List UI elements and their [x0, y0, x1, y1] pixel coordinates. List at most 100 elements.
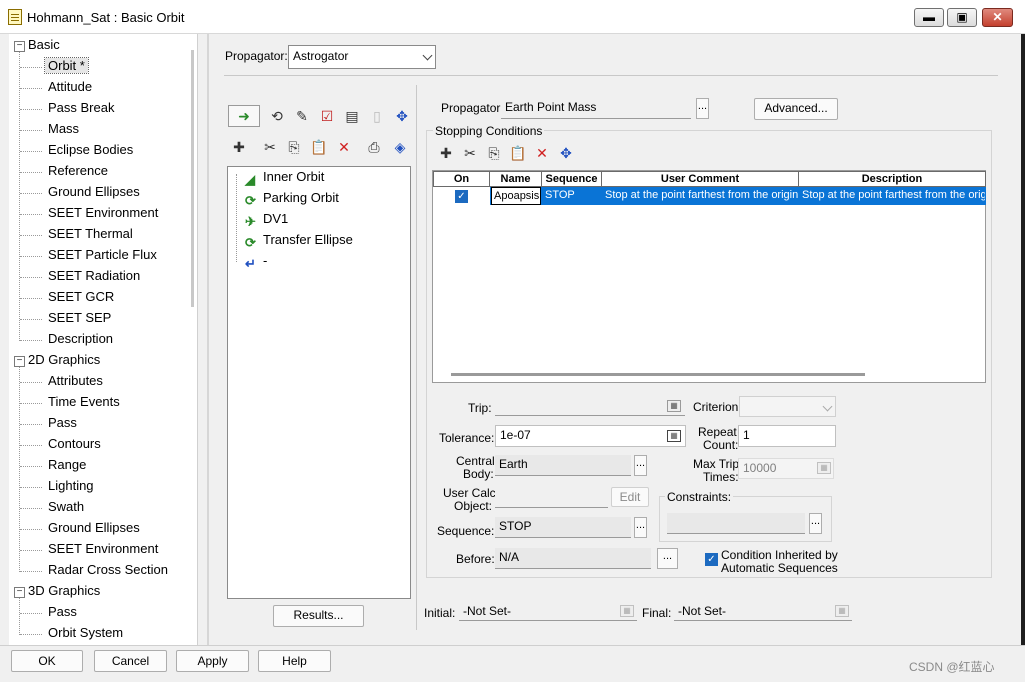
tree-item[interactable]: Pass	[48, 415, 77, 430]
toolbar-button[interactable]: ✥	[555, 142, 577, 164]
unit-picker-icon[interactable]: ▦	[835, 605, 849, 617]
tree-scrollbar[interactable]	[191, 50, 194, 307]
grid-column-header[interactable]: Sequence	[541, 171, 602, 187]
before-browse-button[interactable]: ...	[657, 548, 678, 569]
segment-item[interactable]: ↵ -	[245, 253, 267, 272]
before-field[interactable]: N/A	[495, 548, 651, 569]
tree-category[interactable]: Basic	[28, 37, 60, 52]
unit-picker-icon[interactable]: ▦	[667, 430, 681, 442]
close-button[interactable]: ✕	[982, 8, 1013, 27]
segment-item[interactable]: ◢ Inner Orbit	[245, 169, 324, 188]
help-button[interactable]: Help	[258, 650, 331, 672]
tree-item[interactable]: Mass	[48, 121, 79, 136]
toolbar-button[interactable]: ✚	[228, 136, 250, 158]
tree-item[interactable]: Pass	[48, 604, 77, 619]
toolbar-button[interactable]: ⎘	[283, 136, 305, 158]
edit-button[interactable]: Edit	[611, 487, 649, 507]
grid-column-header[interactable]: Description	[798, 171, 986, 187]
tree-item[interactable]: Eclipse Bodies	[48, 142, 133, 157]
grid-cell-name[interactable]: Apoapsis	[491, 187, 541, 205]
segment-item[interactable]: ⟳ Transfer Ellipse	[245, 232, 353, 251]
toolbar-button[interactable]: ✂	[259, 136, 281, 158]
grid-column-header[interactable]: Name	[489, 171, 542, 187]
tree-item[interactable]: Ground Ellipses	[48, 520, 140, 535]
advanced-button[interactable]: Advanced...	[754, 98, 838, 120]
toolbar-button[interactable]: ⎘	[483, 142, 505, 164]
segment-item[interactable]: ⟳ Parking Orbit	[245, 190, 339, 209]
expander-icon[interactable]: −	[14, 587, 25, 598]
toolbar-button[interactable]: ▤	[341, 105, 363, 127]
tree-item[interactable]: Orbit System	[48, 625, 123, 640]
tree-category[interactable]: 2D Graphics	[28, 352, 100, 367]
tree-item[interactable]: Attributes	[48, 373, 103, 388]
maximize-button[interactable]: ▣	[947, 8, 977, 27]
tree-item[interactable]: Description	[48, 331, 113, 346]
toolbar-button[interactable]: ✕	[333, 136, 355, 158]
tree-item[interactable]: Time Events	[48, 394, 120, 409]
grid-column-header[interactable]: On	[433, 171, 490, 187]
sequence-field[interactable]: STOP	[495, 517, 631, 538]
segment-item[interactable]: ✈ DV1	[245, 211, 288, 230]
tree-category[interactable]: 3D Graphics	[28, 583, 100, 598]
grid-cell-comment[interactable]: Stop at the point farthest from the orig…	[603, 187, 798, 205]
tree-item[interactable]: Swath	[48, 499, 84, 514]
toolbar-button[interactable]: 📋	[308, 136, 330, 158]
tree-item[interactable]: SEET Radiation	[48, 268, 140, 283]
central-body-field[interactable]: Earth	[495, 455, 631, 476]
expander-icon[interactable]: −	[14, 356, 25, 367]
grid-cell-sequence[interactable]: STOP	[543, 187, 601, 205]
grid-horizontal-scrollbar[interactable]	[451, 373, 865, 376]
tree-item[interactable]: SEET Environment	[48, 205, 158, 220]
toolbar-button[interactable]: ➜	[228, 105, 260, 127]
tree-item[interactable]: Ground Ellipses	[48, 184, 140, 199]
grid-cell-description[interactable]: Stop at the point farthest from the orig	[800, 187, 985, 205]
tree-item[interactable]: Attitude	[48, 79, 92, 94]
tree-item[interactable]: Lighting	[48, 478, 94, 493]
apply-button[interactable]: Apply	[176, 650, 249, 672]
unit-picker-icon[interactable]: ▦	[667, 400, 681, 412]
tree-item[interactable]: SEET Environment	[48, 541, 158, 556]
tree-item[interactable]: Reference	[48, 163, 108, 178]
unit-picker-icon[interactable]: ▦	[620, 605, 634, 617]
tree-item[interactable]: Radar Cross Section	[48, 562, 168, 577]
criterion-dropdown[interactable]	[739, 396, 836, 417]
central-body-browse-button[interactable]: ...	[634, 455, 647, 476]
propagator-dropdown[interactable]: Astrogator	[288, 45, 436, 69]
initial-field[interactable]: -Not Set-	[459, 602, 637, 621]
ok-button[interactable]: OK	[11, 650, 83, 672]
user-calc-field[interactable]	[495, 487, 608, 508]
inherited-checkbox[interactable]: ✓	[705, 553, 718, 566]
tolerance-field[interactable]: 1e-07	[495, 425, 686, 447]
sequence-browse-button[interactable]: ...	[634, 517, 647, 538]
tree-item[interactable]: SEET Thermal	[48, 226, 133, 241]
toolbar-button[interactable]: ✂	[459, 142, 481, 164]
constraints-browse-button[interactable]: ...	[809, 513, 822, 534]
toolbar-button[interactable]: ⟲	[266, 105, 288, 127]
tree-item[interactable]: Pass Break	[48, 100, 114, 115]
toolbar-button[interactable]: ✕	[531, 142, 553, 164]
minimize-button[interactable]: ▬	[914, 8, 944, 27]
tree-item[interactable]: Range	[48, 457, 86, 472]
grid-column-header[interactable]: User Comment	[601, 171, 799, 187]
row-enabled-checkbox[interactable]: ✓	[455, 190, 468, 203]
tree-item[interactable]: SEET GCR	[48, 289, 114, 304]
tree-item[interactable]: Orbit *	[44, 57, 89, 74]
toolbar-button[interactable]: ▯	[366, 105, 388, 127]
toolbar-button[interactable]: ✚	[435, 142, 457, 164]
toolbar-button[interactable]: ✎	[291, 105, 313, 127]
tree-item[interactable]: Contours	[48, 436, 101, 451]
cancel-button[interactable]: Cancel	[94, 650, 167, 672]
final-field[interactable]: -Not Set-	[674, 602, 852, 621]
constraints-field[interactable]	[667, 513, 805, 534]
expander-icon[interactable]: −	[14, 41, 25, 52]
toolbar-button[interactable]: ✥	[391, 105, 413, 127]
tree-item[interactable]: SEET Particle Flux	[48, 247, 157, 262]
repeat-count-field[interactable]: 1	[738, 425, 836, 447]
toolbar-button[interactable]: ☑	[316, 105, 338, 127]
results-button[interactable]: Results...	[273, 605, 364, 627]
propagator-browse-button[interactable]: ...	[696, 98, 709, 119]
toolbar-button[interactable]: ◈	[389, 136, 411, 158]
segment-propagator-field[interactable]: Earth Point Mass	[501, 98, 691, 119]
unit-picker-icon[interactable]: ▦	[817, 462, 831, 474]
toolbar-button[interactable]: ⎙	[363, 136, 385, 158]
